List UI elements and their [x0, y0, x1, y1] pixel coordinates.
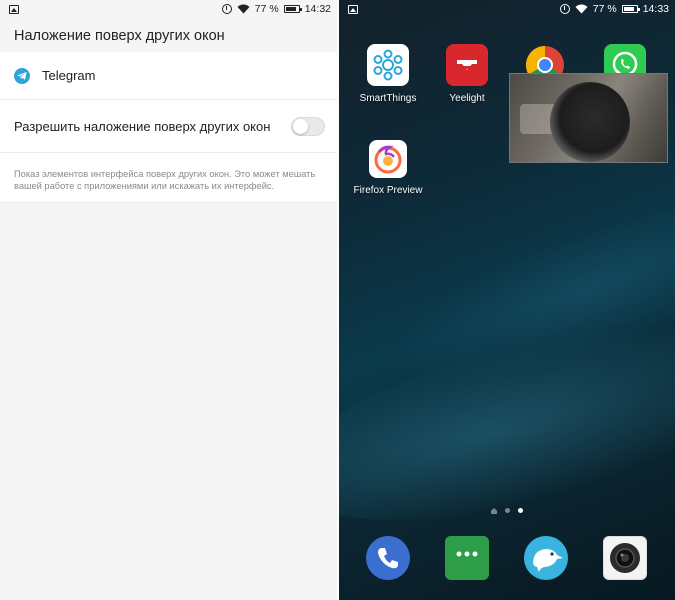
status-bar: 77 % 14:32 [0, 0, 337, 20]
battery-percent: 77 % [254, 3, 279, 15]
kiwi-browser-icon [533, 549, 563, 572]
messages-icon [445, 536, 489, 579]
page-header: Наложение поверх других окон [0, 20, 337, 52]
dock-camera[interactable] [603, 536, 647, 580]
app-label: SmartThings [359, 93, 417, 104]
app-row-telegram: Telegram [0, 52, 337, 100]
overlay-description: Показ элементов интерфейса поверх других… [0, 153, 337, 203]
app-label: Yeelight [449, 93, 485, 104]
home-screen: 77 % 14:33 SmartThings Yeelight Firefox … [339, 0, 675, 600]
image-notification-icon [9, 5, 19, 14]
settings-card: Telegram Разрешить наложение поверх друг… [0, 52, 337, 203]
app-smartthings[interactable]: SmartThings [353, 44, 423, 104]
alarm-icon [221, 4, 232, 14]
alarm-icon [559, 4, 570, 14]
telegram-icon [14, 67, 30, 84]
toggle-knob [293, 118, 308, 134]
allow-overlay-row[interactable]: Разрешить наложение поверх других окон [0, 100, 337, 153]
dock-phone[interactable] [366, 536, 410, 580]
firefox-icon [369, 140, 407, 178]
page-title: Наложение поверх других окон [14, 28, 225, 44]
page-indicator [339, 508, 675, 514]
status-time: 14:32 [304, 3, 331, 15]
status-time: 14:33 [642, 3, 669, 15]
page-dot[interactable] [505, 508, 510, 513]
app-firefox-preview[interactable]: Firefox Preview [353, 140, 423, 196]
page-dot-active[interactable] [518, 508, 523, 513]
app-name: Telegram [42, 68, 96, 83]
smartthings-icon [367, 44, 409, 86]
picture-in-picture-video[interactable] [509, 73, 668, 163]
status-bar: 77 % 14:33 [339, 0, 675, 20]
yeelight-icon [446, 44, 488, 86]
wifi-icon [575, 4, 588, 14]
status-bar-right: 77 % 14:33 [559, 3, 669, 15]
status-bar-right: 77 % 14:32 [221, 3, 331, 15]
battery-icon [283, 5, 302, 13]
app-yeelight[interactable]: Yeelight [432, 44, 502, 104]
app-label: Firefox Preview [353, 185, 423, 196]
dock-kiwi-browser[interactable] [524, 536, 568, 580]
allow-overlay-toggle[interactable] [291, 116, 325, 136]
battery-icon [621, 5, 640, 13]
phone-icon [378, 548, 398, 569]
home-page-dot-icon[interactable] [491, 508, 497, 514]
battery-percent: 77 % [592, 3, 617, 15]
video-content [550, 82, 630, 162]
dock-messages[interactable] [445, 536, 489, 580]
wifi-icon [237, 4, 250, 14]
image-notification-icon [348, 5, 358, 14]
settings-screen: 77 % 14:32 Наложение поверх других окон … [0, 0, 337, 600]
allow-overlay-label: Разрешить наложение поверх других окон [14, 118, 271, 134]
camera-icon [610, 543, 640, 573]
